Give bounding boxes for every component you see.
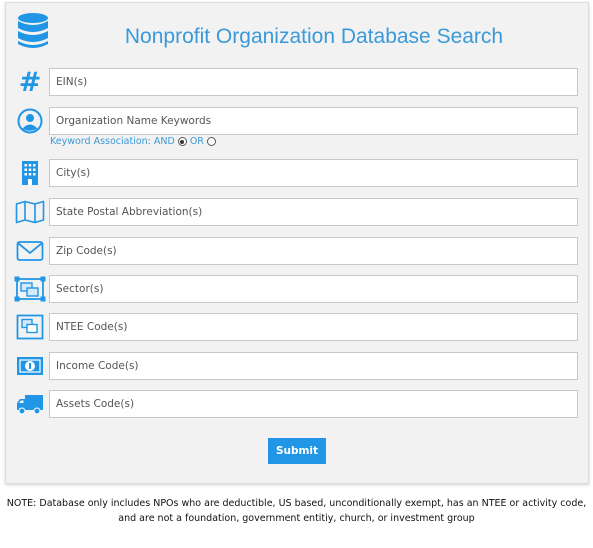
city-input[interactable]: [49, 159, 578, 187]
assets-input[interactable]: [49, 390, 578, 418]
search-form-panel: Nonprofit Organization Database Search #…: [5, 2, 589, 484]
org-name-input[interactable]: [49, 107, 578, 135]
user-circle-icon: [14, 107, 46, 135]
org-name-row: [6, 107, 590, 135]
income-row: [6, 352, 590, 380]
and-option-label: AND: [153, 136, 175, 147]
zip-input[interactable]: [49, 237, 578, 265]
ntee-row: [6, 313, 590, 341]
clone-icon: [14, 313, 46, 341]
money-icon: [14, 352, 46, 380]
ntee-input[interactable]: [49, 313, 578, 341]
sector-row: [6, 275, 590, 303]
ein-row: #: [6, 68, 590, 96]
hash-icon: #: [18, 66, 42, 98]
truck-icon: [14, 390, 46, 418]
map-icon: [14, 198, 46, 226]
building-icon: [14, 159, 46, 187]
city-row: [6, 159, 590, 187]
keyword-association-label: Keyword Association:: [50, 136, 151, 147]
sector-input[interactable]: [49, 275, 578, 303]
state-row: [6, 198, 590, 226]
database-icon: [18, 13, 48, 48]
object-group-icon: [14, 275, 46, 303]
page-title: Nonprofit Organization Database Search: [124, 25, 504, 48]
or-radio[interactable]: [206, 137, 216, 146]
ein-input[interactable]: [49, 68, 578, 96]
income-input[interactable]: [49, 352, 578, 380]
assets-row: [6, 390, 590, 418]
zip-row: [6, 237, 590, 265]
submit-button[interactable]: Submit: [268, 438, 326, 464]
and-radio[interactable]: [177, 137, 187, 146]
state-input[interactable]: [49, 198, 578, 226]
envelope-icon: [14, 237, 46, 265]
keyword-association: Keyword Association: AND OR: [50, 136, 216, 147]
disclaimer-note: NOTE: Database only includes NPOs who ar…: [6, 498, 587, 524]
or-option-label: OR: [189, 136, 204, 147]
